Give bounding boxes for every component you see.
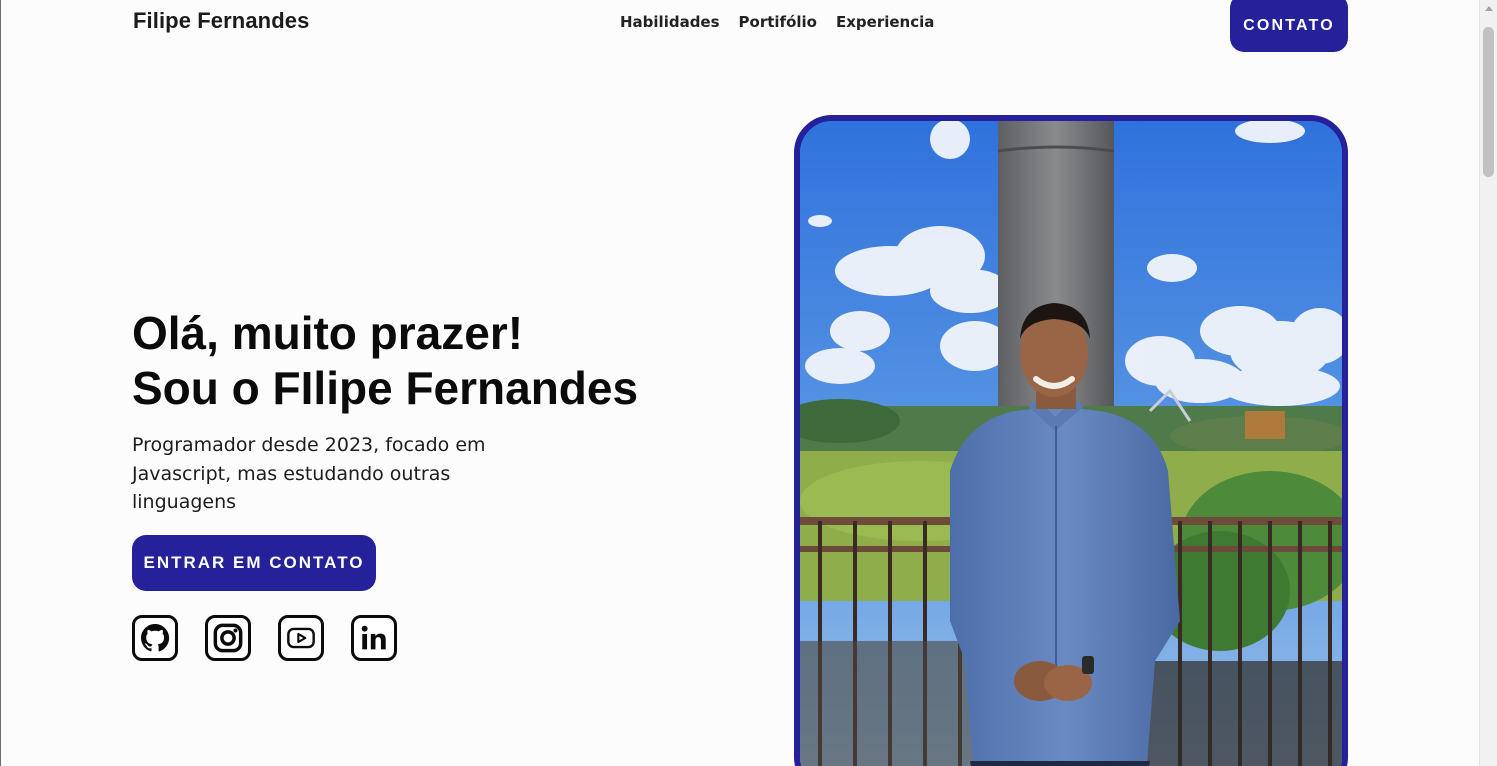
github-link[interactable]: [132, 615, 178, 661]
site-logo[interactable]: Filipe Fernandes: [133, 8, 309, 34]
nav-link-experiencia[interactable]: Experiencia: [836, 13, 934, 31]
contact-cta-button[interactable]: ENTRAR EM CONTATO: [132, 535, 376, 591]
linkedin-link[interactable]: [351, 615, 397, 661]
hero-description: Programador desde 2023, focado em Javasc…: [132, 434, 486, 513]
hero-title-line-1: Olá, muito prazer!: [132, 307, 524, 359]
scroll-up-arrow-icon[interactable]: [1485, 6, 1493, 11]
profile-photo-image: [800, 121, 1342, 766]
nav-link-portifolio[interactable]: Portifólio: [739, 13, 817, 31]
nav-link-habilidades[interactable]: Habilidades: [620, 13, 720, 31]
profile-photo: [794, 115, 1348, 766]
youtube-icon: [287, 627, 315, 649]
instagram-link[interactable]: [205, 615, 251, 661]
youtube-link[interactable]: [278, 615, 324, 661]
linkedin-icon: [361, 625, 386, 650]
instagram-icon: [213, 623, 243, 653]
github-icon: [141, 624, 170, 652]
hero-title-line-2: Sou o FIlipe Fernandes: [132, 362, 639, 414]
main-nav: Habilidades Portifólio Experiencia: [620, 13, 953, 31]
social-links: [132, 615, 424, 661]
page-scrollbar[interactable]: [1479, 0, 1497, 766]
hero-title: Olá, muito prazer! Sou o FIlipe Fernande…: [132, 306, 638, 416]
window-border: [0, 0, 1, 766]
contact-button[interactable]: CONTATO: [1230, 0, 1348, 52]
scroll-thumb[interactable]: [1483, 27, 1494, 177]
